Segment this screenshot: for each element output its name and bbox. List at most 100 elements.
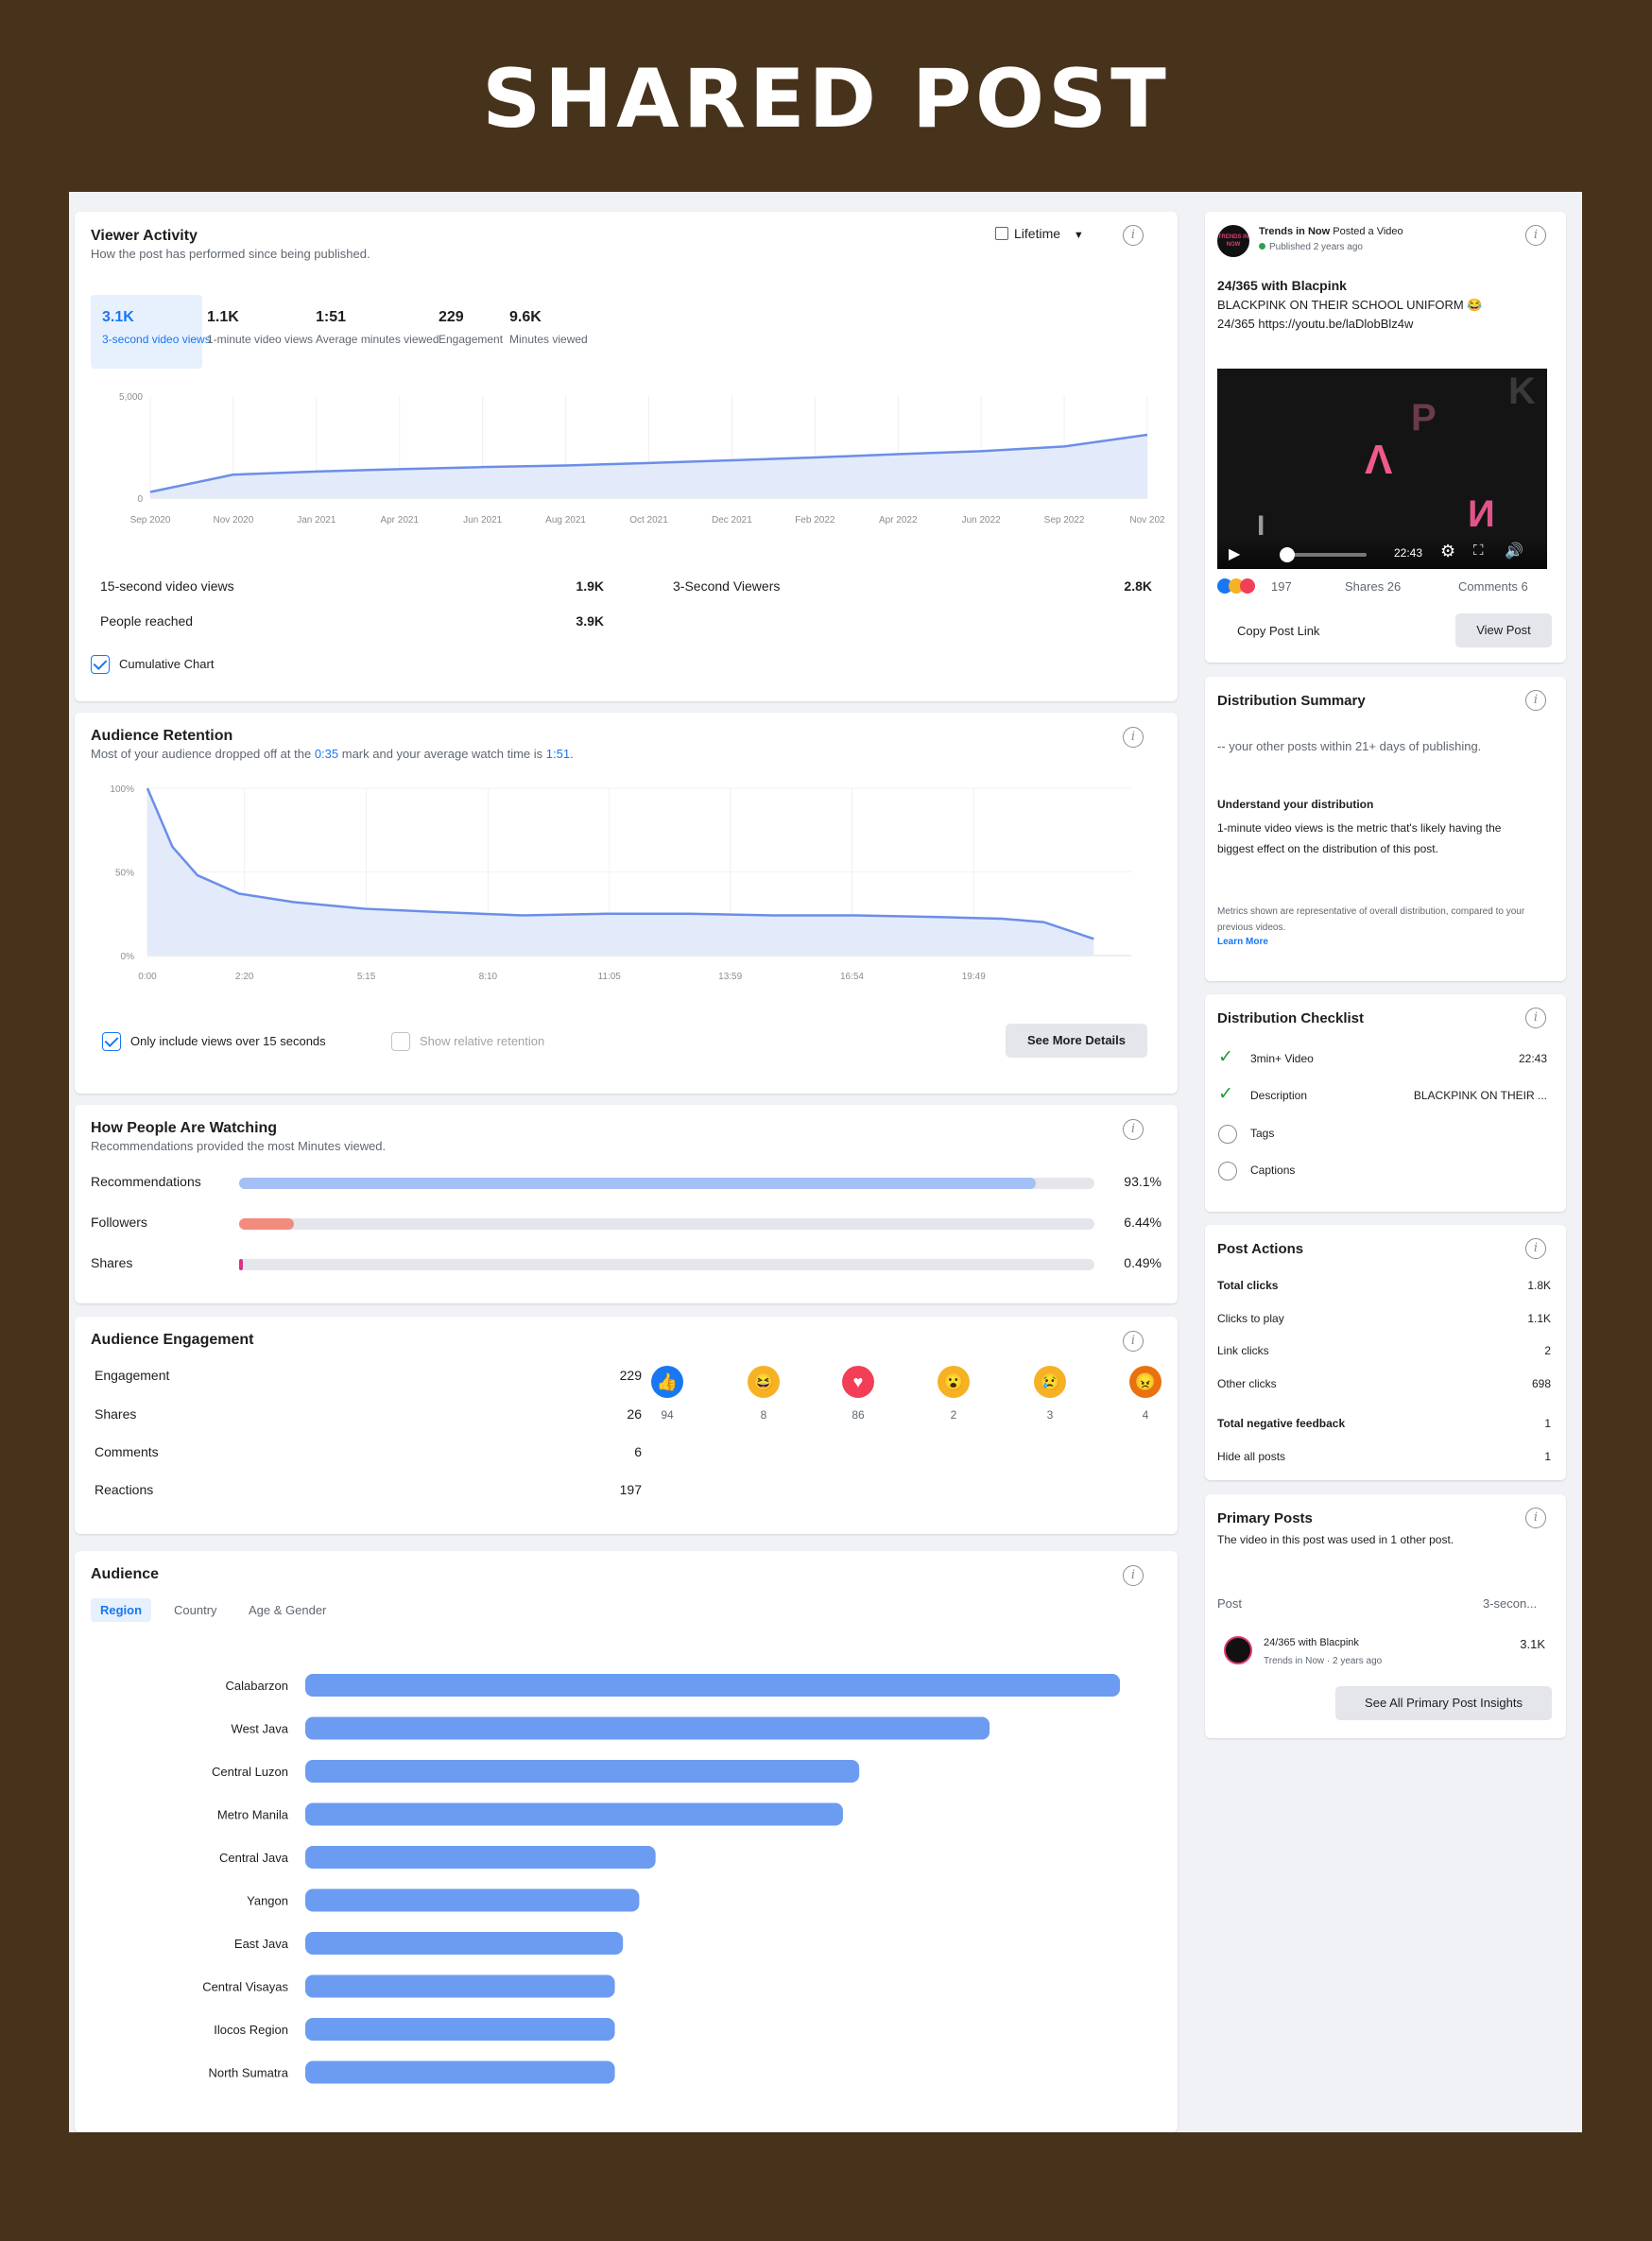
info-icon[interactable]: i: [1123, 1119, 1144, 1140]
action-value: 698: [1531, 1377, 1551, 1390]
y-tick-label: 100%: [110, 784, 134, 795]
tab-age-gender[interactable]: Age & Gender: [249, 1603, 326, 1617]
post-text: 24/365 https://youtu.be/laDlobBlz4w: [1217, 317, 1414, 331]
settings-gear-icon[interactable]: ⚙: [1440, 542, 1455, 561]
checklist-label: Description: [1250, 1089, 1308, 1102]
comments-count[interactable]: Comments 6: [1458, 579, 1528, 594]
region-bar[interactable]: [305, 1888, 640, 1912]
info-icon[interactable]: i: [1525, 1008, 1546, 1028]
region-bar[interactable]: [305, 1716, 990, 1740]
card-title: Audience Engagement: [91, 1332, 254, 1348]
distribution-checklist-card: Distribution Checklist i ✓ 3min+ Video 22:…: [1205, 994, 1566, 1212]
card-title: Audience Retention: [91, 728, 233, 744]
cumulative-chart-checkbox[interactable]: [91, 655, 110, 674]
action-value: 1: [1544, 1417, 1551, 1430]
stat-value: 1.9K: [576, 578, 604, 594]
region-bar[interactable]: [305, 2018, 615, 2041]
page-avatar: TRENDS IN NOW: [1217, 225, 1249, 257]
video-player[interactable]: K P Λ И I ▶ 22:43 ⚙ ⛶ 🔊: [1217, 369, 1547, 569]
x-tick-label: 16:54: [840, 972, 864, 982]
x-tick-label: Nov 2020: [214, 515, 254, 526]
tab-region[interactable]: Region: [91, 1598, 152, 1622]
column-header-metric[interactable]: 3-secon...: [1483, 1596, 1537, 1611]
action-label: Total clicks: [1217, 1279, 1279, 1292]
y-tick-label: 0: [137, 494, 143, 505]
action-label: Other clicks: [1217, 1377, 1277, 1390]
video-progress-track[interactable]: [1285, 553, 1367, 557]
info-icon[interactable]: i: [1123, 225, 1144, 246]
relative-retention-checkbox[interactable]: [391, 1032, 410, 1051]
learn-more-link[interactable]: Learn More: [1217, 937, 1268, 947]
engagement-label: Reactions: [95, 1482, 154, 1497]
x-tick-label: Apr 2022: [879, 515, 918, 526]
metric-tab[interactable]: 1:51 Average minutes viewed: [316, 295, 439, 369]
category-label: Central Luzon: [212, 1765, 288, 1779]
info-icon[interactable]: i: [1525, 1508, 1546, 1528]
tab-country[interactable]: Country: [174, 1603, 217, 1617]
copy-post-link[interactable]: Copy Post Link: [1237, 624, 1319, 638]
bar-fill: [239, 1178, 1036, 1189]
info-icon[interactable]: i: [1525, 690, 1546, 711]
not-done-icon: [1218, 1125, 1237, 1144]
x-tick-label: Sep 2020: [130, 515, 171, 526]
page-name[interactable]: Trends in Now: [1259, 226, 1330, 237]
info-icon[interactable]: i: [1123, 1331, 1144, 1352]
region-bar[interactable]: [305, 1802, 843, 1826]
region-bar[interactable]: [305, 1846, 656, 1869]
x-tick-label: 5:15: [357, 972, 376, 982]
primary-post-title[interactable]: 24/365 with Blacpink: [1264, 1637, 1359, 1648]
x-tick-label: 8:10: [479, 972, 498, 982]
chevron-down-icon: ▼: [1073, 230, 1084, 241]
reaction-count: 2: [950, 1408, 957, 1422]
see-all-primary-post-insights-button[interactable]: See All Primary Post Insights: [1335, 1686, 1552, 1720]
metric-tab[interactable]: 9.6K Minutes viewed: [509, 295, 613, 369]
info-icon[interactable]: i: [1123, 1565, 1144, 1586]
metric-tab[interactable]: 3.1K 3-second video views: [91, 295, 211, 369]
region-bar[interactable]: [305, 1932, 624, 1955]
region-bar[interactable]: [305, 1974, 615, 1998]
metric-tab[interactable]: 229 Engagement: [439, 295, 505, 369]
x-tick-label: Apr 2021: [380, 515, 419, 526]
avg-watch-link[interactable]: 1:51: [546, 747, 570, 761]
fullscreen-icon[interactable]: ⛶: [1473, 543, 1484, 559]
date-range-selector[interactable]: Lifetime ▼: [995, 226, 1084, 241]
published-text: Published 2 years ago: [1269, 242, 1363, 252]
x-tick-label: 2:20: [235, 972, 254, 982]
dropoff-mark-link[interactable]: 0:35: [315, 747, 338, 761]
x-tick-label: Jan 2021: [297, 515, 336, 526]
category-label: East Java: [234, 1937, 289, 1951]
info-icon[interactable]: i: [1525, 225, 1546, 246]
audience-card: Audience i Region Country Age & Gender C…: [75, 1551, 1178, 2132]
bar-track: [239, 1178, 1094, 1189]
primary-posts-card: Primary Posts i The video in this post w…: [1205, 1494, 1566, 1738]
region-bar[interactable]: [305, 1674, 1120, 1697]
metric-tab[interactable]: 1.1K 1-minute video views: [207, 295, 314, 369]
views-over-15s-checkbox[interactable]: [102, 1032, 121, 1051]
checkmark-icon: ✓: [1218, 1084, 1233, 1104]
checkbox-label: Show relative retention: [420, 1034, 545, 1048]
category-label: North Sumatra: [208, 2066, 288, 2080]
region-bar[interactable]: [305, 2060, 615, 2084]
action-label: Clicks to play: [1217, 1312, 1284, 1325]
how-people-watching-card: How People Are Watching Recommendations …: [75, 1105, 1178, 1303]
source-label: Recommendations: [91, 1174, 201, 1189]
view-post-button[interactable]: View Post: [1455, 613, 1552, 647]
info-icon[interactable]: i: [1123, 727, 1144, 748]
metric-label: 1-minute video views: [207, 333, 314, 346]
volume-icon[interactable]: 🔊: [1505, 542, 1523, 560]
play-icon[interactable]: ▶: [1229, 544, 1240, 563]
see-more-details-button[interactable]: See More Details: [1006, 1024, 1147, 1058]
action-label: Total negative feedback: [1217, 1417, 1346, 1430]
action-label: Hide all posts: [1217, 1450, 1286, 1463]
x-tick-label: Sep 2022: [1044, 515, 1085, 526]
info-icon[interactable]: i: [1525, 1238, 1546, 1259]
reactions-count[interactable]: 197: [1271, 579, 1292, 594]
engagement-label: Comments: [95, 1444, 159, 1459]
region-bar[interactable]: [305, 1760, 860, 1783]
card-title: How People Are Watching: [91, 1120, 278, 1136]
shares-count[interactable]: Shares 26: [1345, 579, 1401, 594]
category-label: Central Java: [219, 1851, 289, 1865]
video-progress-thumb[interactable]: [1280, 547, 1295, 562]
primary-post-value: 3.1K: [1520, 1637, 1545, 1651]
card-subtitle: How the post has performed since being p…: [91, 247, 370, 261]
